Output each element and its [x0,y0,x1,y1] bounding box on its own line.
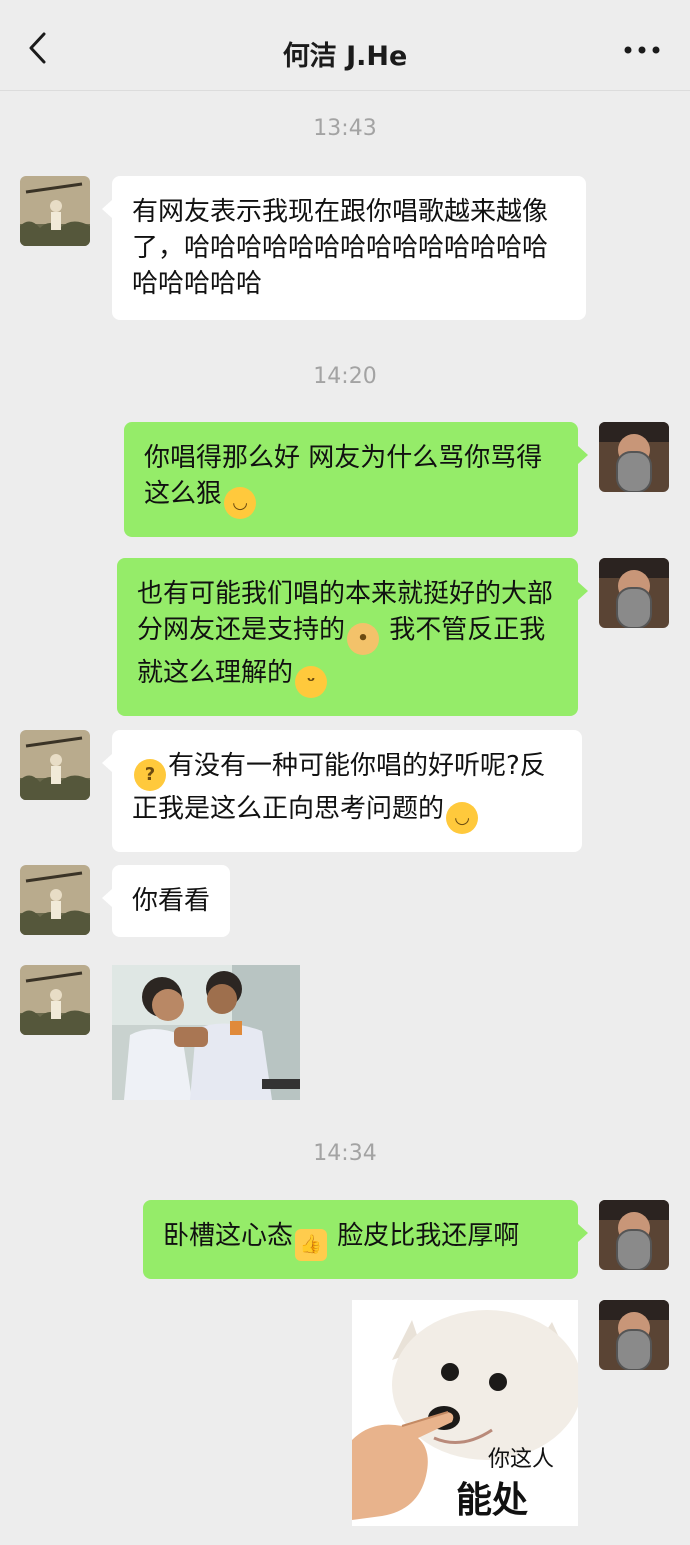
chat-title: 何洁 J.He [282,41,408,72]
contact-avatar[interactable] [20,865,90,935]
self-avatar[interactable] [599,1200,669,1270]
sticker-caption-line1: 你这人 [488,1447,554,1472]
message-bubble-received[interactable]: 你看看 [101,865,231,937]
hug-emoji-icon: ᵕ [295,666,328,698]
message-bubble-sent[interactable]: 也有可能我们唱的本来就挺好的大部分网友还是支持的 • 我不管反正我就这么理解的 ᵕ [117,558,588,716]
contact-avatar[interactable] [20,965,90,1035]
doge-emoji-icon: • [347,623,380,655]
message-text: 脸皮比我还厚啊 [329,1221,520,1251]
contact-avatar[interactable] [20,730,90,800]
thumbs-up-emoji-icon: 👍 [295,1229,328,1261]
sticker-message[interactable]: 你这人 能处 [352,1300,578,1526]
message-text: 你唱得那么好 网友为什么骂你骂得这么狠 [144,443,543,509]
image-message[interactable] [112,965,300,1100]
message-text: 卧槽这心态 [163,1221,294,1251]
message-bubble-sent[interactable]: 你唱得那么好 网友为什么骂你骂得这么狠 ◡ [124,422,588,537]
more-button[interactable] [620,32,664,68]
dog-sticker-image: 你这人 能处 [352,1300,578,1526]
thinking-emoji-icon: ? [134,759,166,791]
message-bubble-received[interactable]: ? 有没有一种可能你唱的好听呢?反正我是这么正向思考问题的 ◡ [102,730,582,852]
message-text: 你看看 [132,886,211,916]
chat-header: 何洁 J.He [0,0,690,91]
more-dots-icon [624,46,660,54]
message-bubble-sent[interactable]: 卧槽这心态 👍 脸皮比我还厚啊 [143,1200,588,1279]
message-text: 有网友表示我现在跟你唱歌越来越像了，哈哈哈哈哈哈哈哈哈哈哈哈哈哈哈哈哈哈哈 [132,197,549,299]
smile-emoji-icon: ◡ [446,802,479,834]
smile-emoji-icon: ◡ [224,487,257,519]
self-avatar[interactable] [599,1300,669,1370]
timestamp: 14:34 [313,1141,377,1166]
message-text: 有没有一种可能你唱的好听呢?反正我是这么正向思考问题的 [132,751,546,824]
sticker-caption-line2: 能处 [456,1480,528,1521]
timestamp: 14:20 [313,364,377,389]
timestamp: 13:43 [313,116,377,141]
photo-image [112,965,300,1100]
self-avatar[interactable] [599,422,669,492]
message-bubble-received[interactable]: 有网友表示我现在跟你唱歌越来越像了，哈哈哈哈哈哈哈哈哈哈哈哈哈哈哈哈哈哈哈 [102,176,586,320]
self-avatar[interactable] [599,558,669,628]
contact-avatar[interactable] [20,176,90,246]
